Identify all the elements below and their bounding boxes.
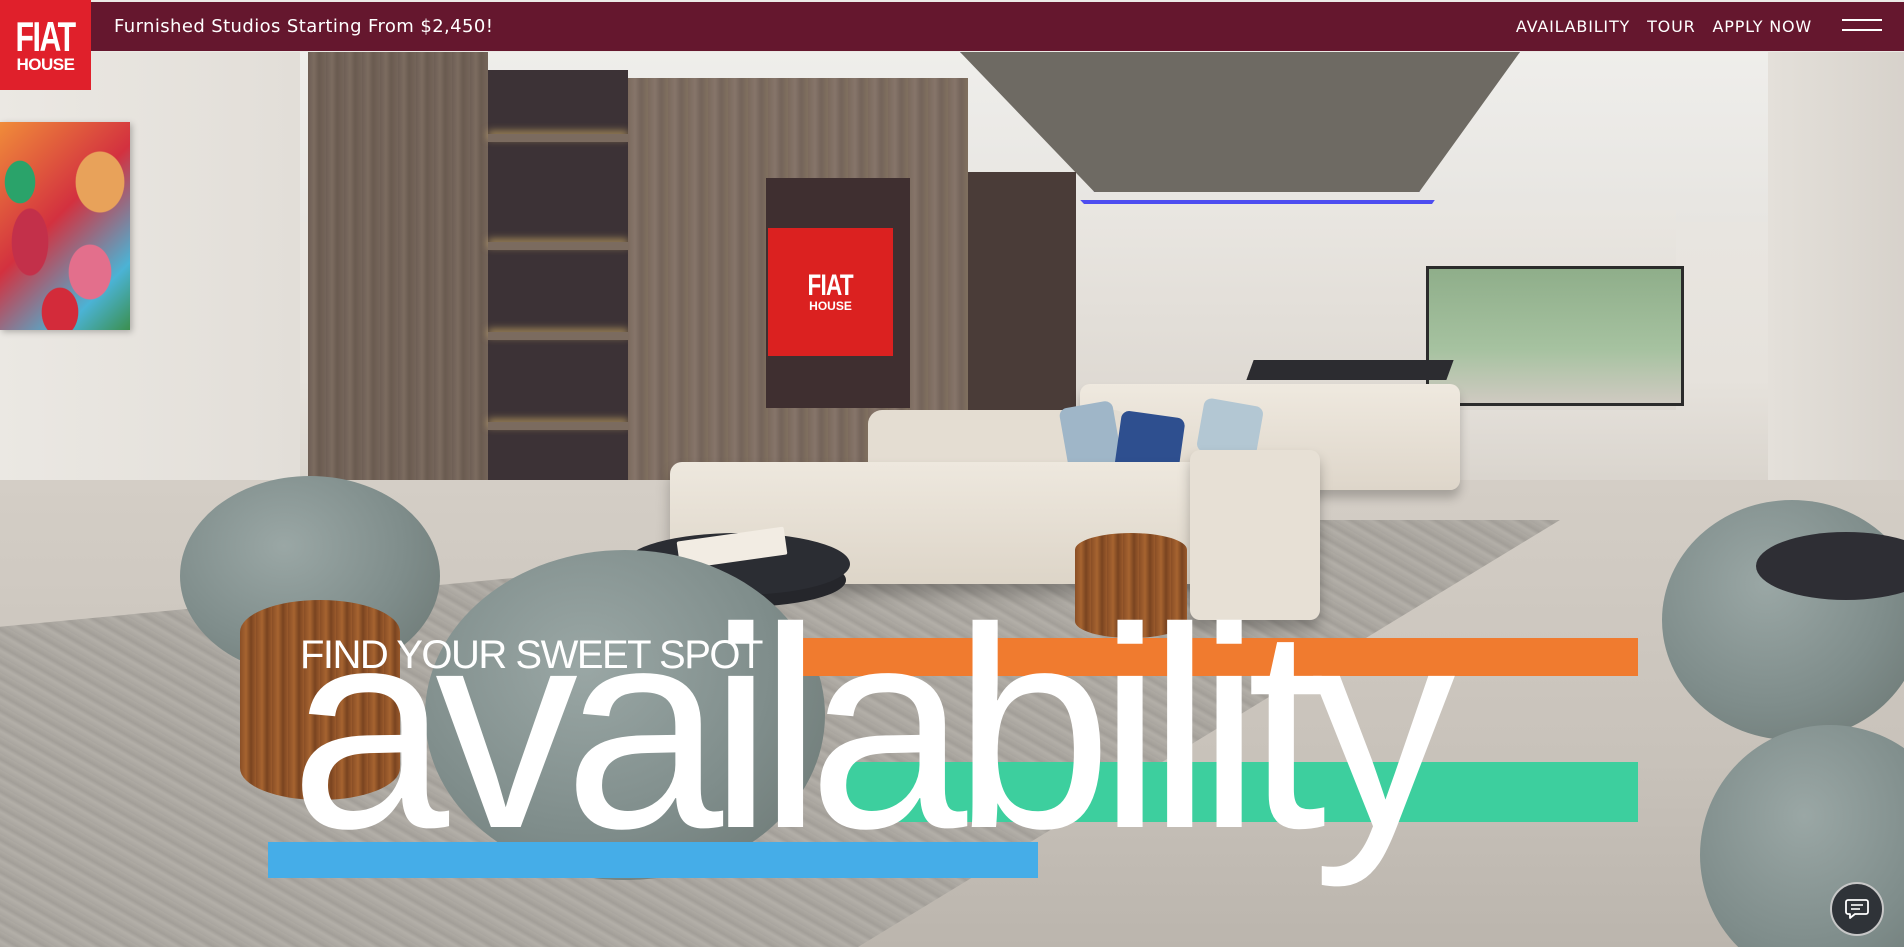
chat-button[interactable] (1830, 882, 1884, 936)
nav-tour[interactable]: TOUR (1647, 17, 1695, 36)
fiat-house-logo[interactable]: FIAT HOUSE (0, 0, 91, 90)
tagline: FIND YOUR SWEET SPOT (300, 633, 763, 677)
top-bar: Furnished Studios Starting From $2,450! … (0, 2, 1904, 51)
chat-icon (1845, 899, 1869, 919)
hamburger-menu-icon[interactable] (1842, 19, 1882, 33)
tv-screen: FIAT HOUSE (768, 228, 893, 356)
shelving-unit (488, 70, 628, 500)
main-nav: AVAILABILITY TOUR APPLY NOW (1516, 17, 1812, 36)
page: FIAT HOUSE Furnished Studios Starting Fr… (0, 0, 1904, 947)
nav-apply-now[interactable]: APPLY NOW (1713, 17, 1812, 36)
promo-text: Furnished Studios Starting From $2,450! (114, 16, 494, 37)
headline-availability: availability (290, 568, 1455, 888)
nav-availability[interactable]: AVAILABILITY (1516, 17, 1630, 36)
pool-table (1246, 360, 1454, 380)
wall-artwork (0, 122, 130, 330)
window (1426, 266, 1684, 406)
